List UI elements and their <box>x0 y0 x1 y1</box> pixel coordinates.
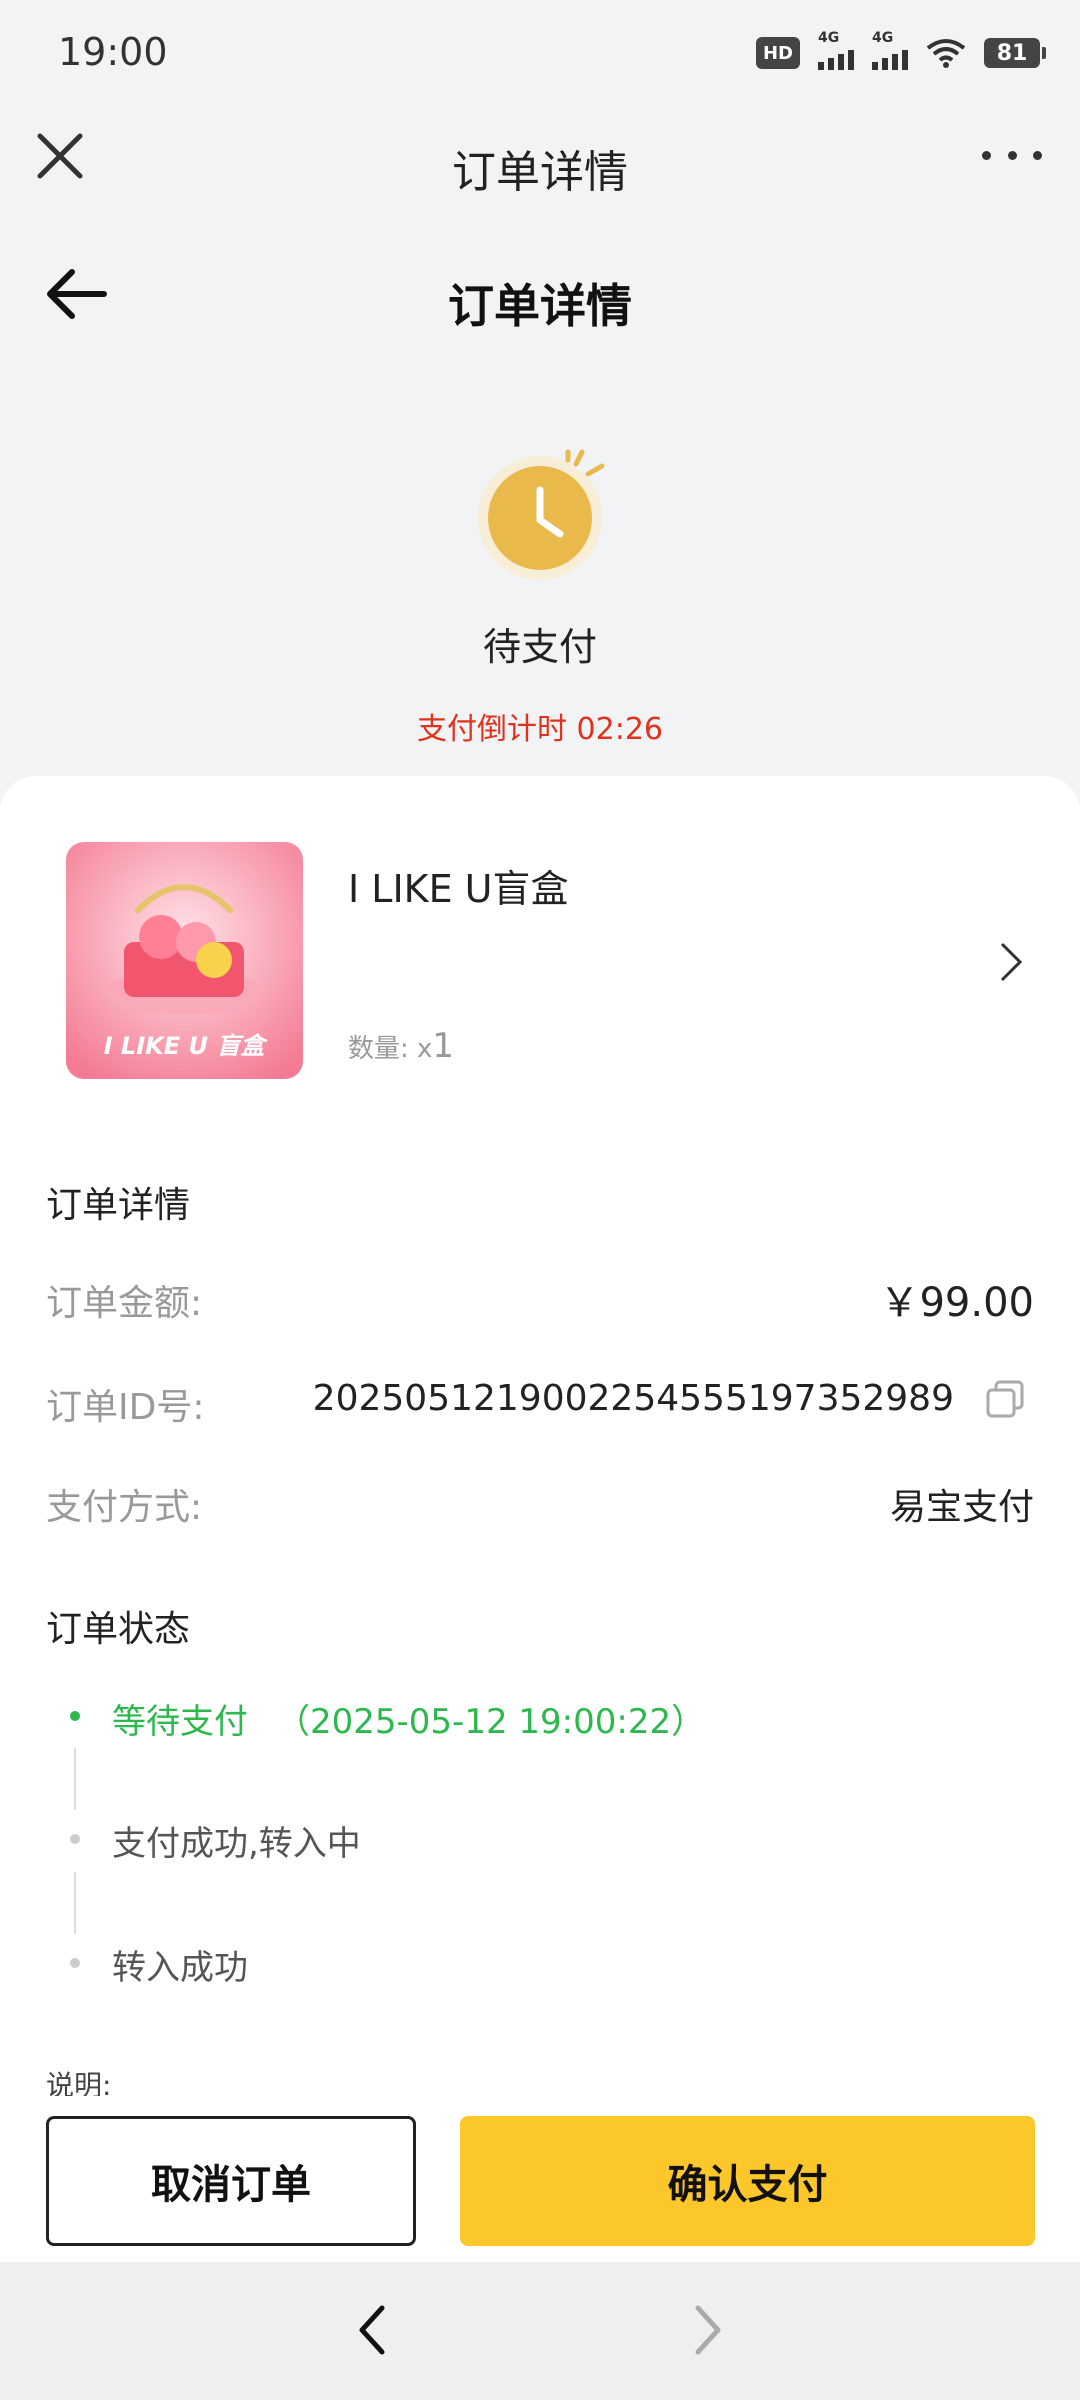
payment-method-label: 支付方式: <box>46 1487 203 1528</box>
hd-icon: HD <box>756 37 800 69</box>
page-title: 订单详情 <box>448 279 632 333</box>
quantity-prefix: x <box>417 1034 433 1064</box>
confirm-payment-button[interactable]: 确认支付 <box>460 2116 1035 2246</box>
order-status-label: 待支付 <box>482 625 597 669</box>
timeline-dot <box>70 1958 80 1968</box>
chevron-right-icon[interactable] <box>996 940 1026 984</box>
timeline-step-1: 等待支付 （2025-05-12 19:00:22） <box>112 1702 706 1742</box>
order-details-heading: 订单详情 <box>46 1185 191 1226</box>
nav-forward-icon[interactable] <box>686 2300 730 2360</box>
status-icons: HD 4G 4G 81 <box>756 30 1046 70</box>
copy-icon[interactable] <box>984 1378 1026 1420</box>
clock-icon <box>478 449 605 580</box>
nav-back-icon[interactable] <box>350 2300 394 2360</box>
battery-icon: 81 <box>984 38 1046 68</box>
payment-countdown: 支付倒计时 02:26 <box>417 712 663 747</box>
order-status-heading: 订单状态 <box>46 1609 191 1650</box>
timeline-connector <box>74 1872 76 1934</box>
browser-nav-bar <box>0 2262 1080 2400</box>
cancel-order-button[interactable]: 取消订单 <box>46 2116 416 2246</box>
product-thumbnail[interactable]: I LIKE U 盲盒 <box>66 842 303 1079</box>
webview-bar: 订单详情 <box>0 100 1080 232</box>
amount-value: ￥99.00 <box>879 1280 1034 1326</box>
timeline-dot-active <box>70 1711 80 1721</box>
product-name[interactable]: I LIKE U盲盒 <box>348 858 569 913</box>
order-id-value: 2025051219002254555197352989 <box>312 1378 954 1419</box>
product-quantity: 数量: x1 <box>348 1026 454 1066</box>
status-time: 19:00 <box>58 30 168 74</box>
more-icon[interactable] <box>982 140 1042 170</box>
signal-icon-2: 4G <box>872 30 908 70</box>
payment-method-value: 易宝支付 <box>889 1487 1034 1528</box>
amount-label: 订单金额: <box>46 1283 203 1324</box>
status-bar: 19:00 HD 4G 4G 81 <box>0 0 1080 100</box>
signal-icon-1: 4G <box>818 30 854 70</box>
timeline-step-2: 支付成功,转入中 <box>112 1824 361 1864</box>
timeline-step-3: 转入成功 <box>112 1948 248 1988</box>
webview-title: 订单详情 <box>452 147 628 198</box>
wifi-icon <box>926 39 966 68</box>
svg-text:I LIKE U 盲盒: I LIKE U 盲盒 <box>104 1032 269 1060</box>
timeline-connector <box>74 1748 76 1810</box>
order-id-label: 订单ID号: <box>46 1387 205 1428</box>
quantity-label: 数量: <box>348 1034 409 1064</box>
quantity-value: 1 <box>432 1026 455 1066</box>
timeline-dot <box>70 1834 80 1844</box>
